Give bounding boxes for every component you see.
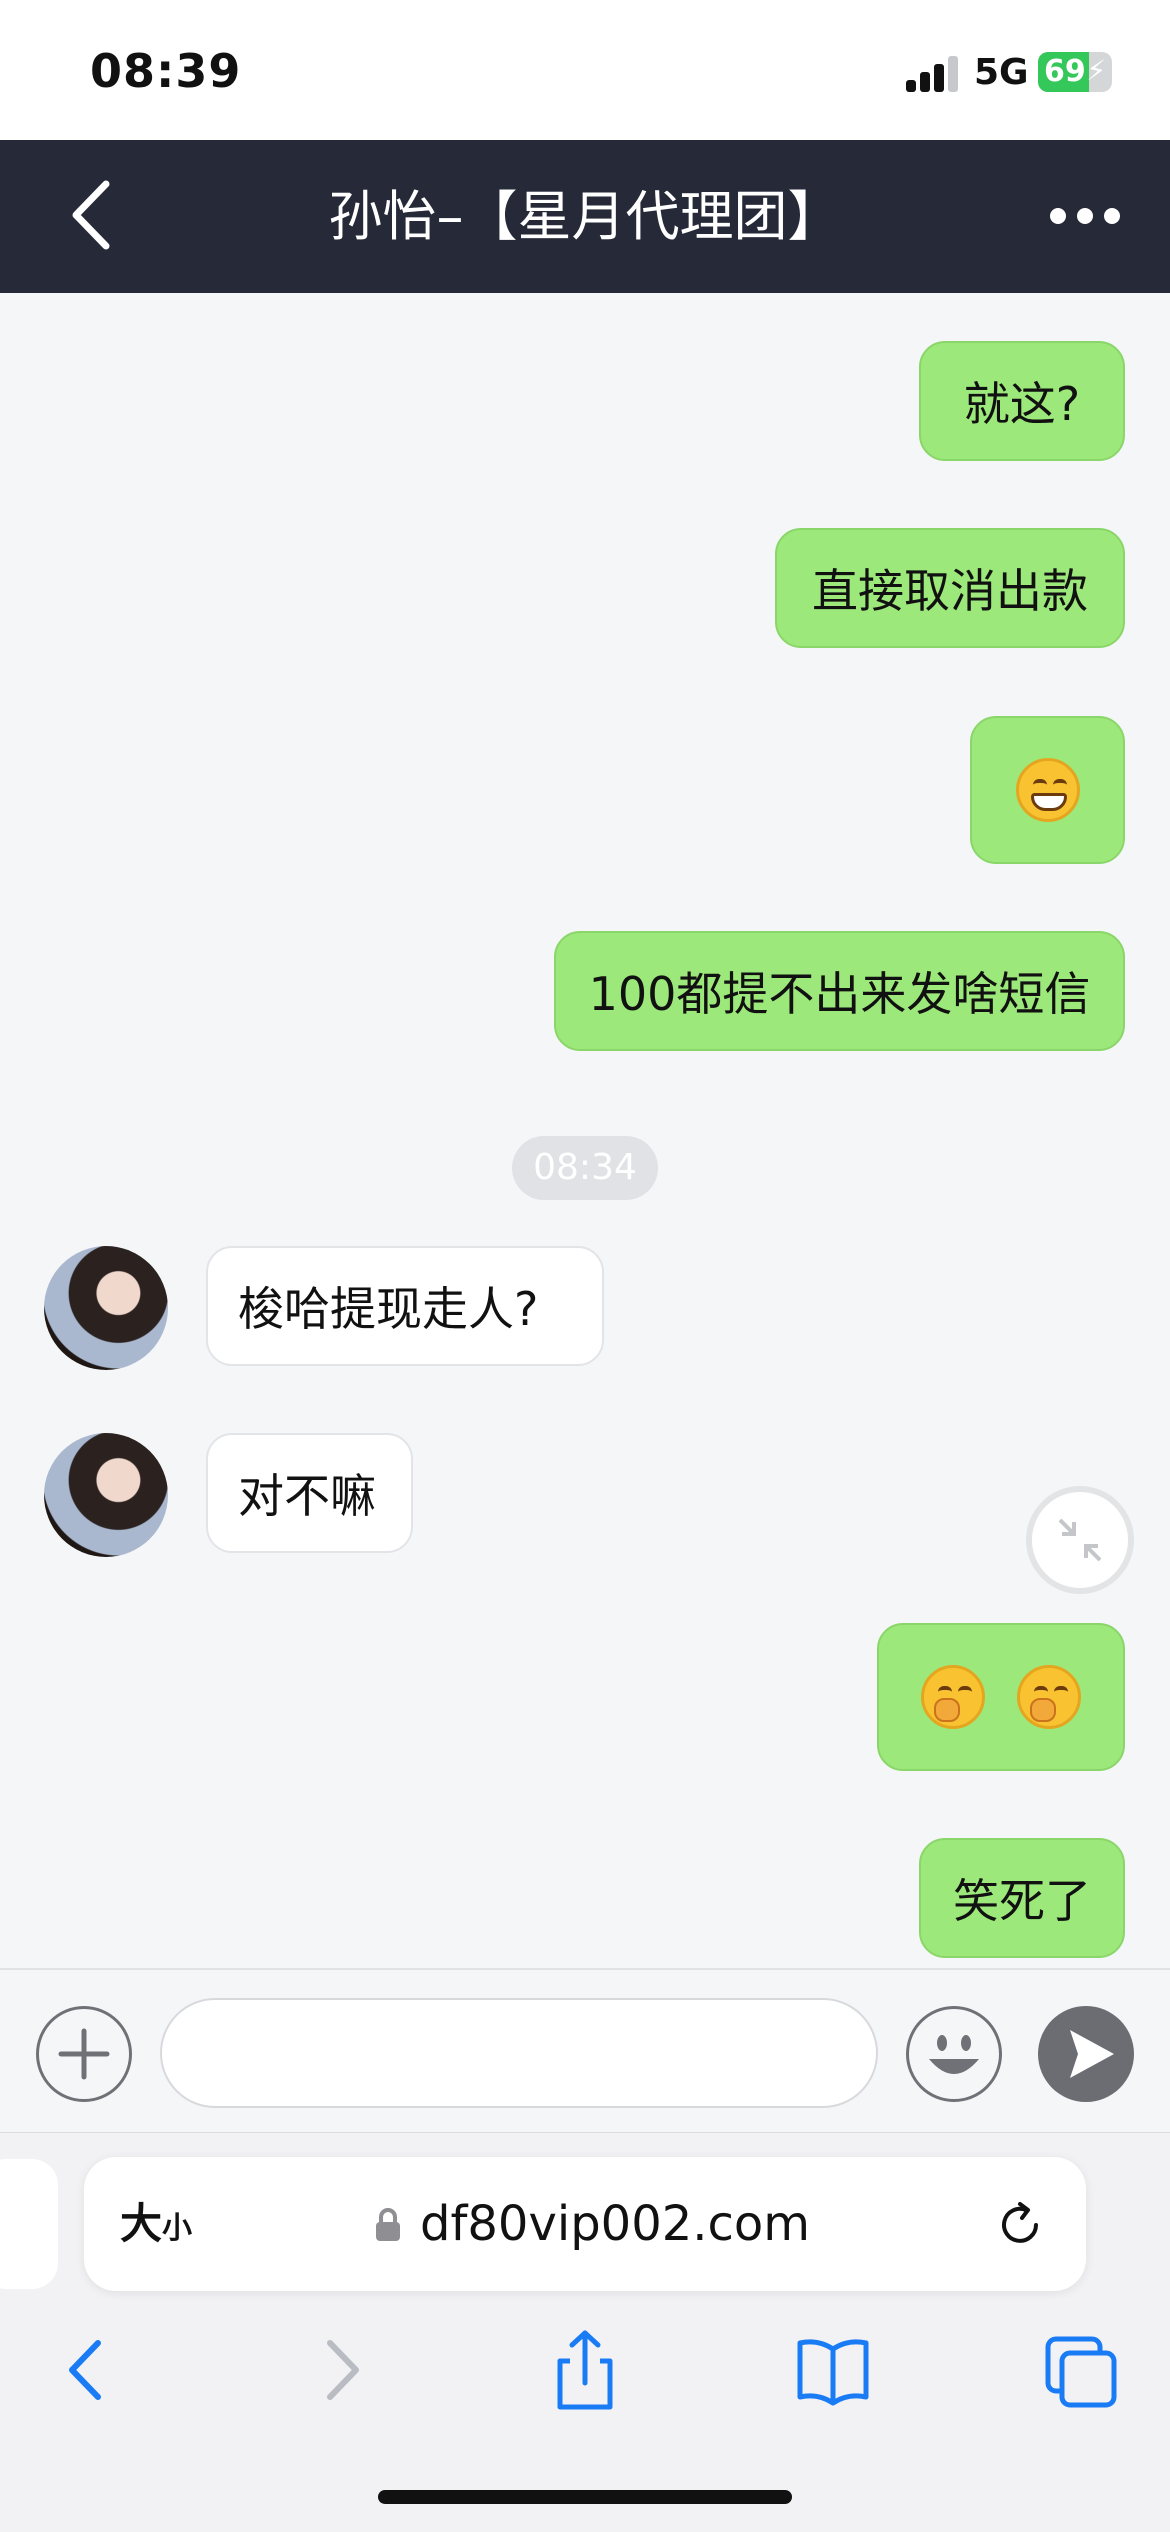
charging-bolt-icon: ⚡ bbox=[1086, 54, 1106, 87]
status-bar: 08:39 5G 69 ⚡ bbox=[0, 0, 1170, 140]
network-type: 5G bbox=[974, 52, 1029, 93]
previous-tab-preview[interactable] bbox=[0, 2159, 58, 2289]
chevron-left-icon bbox=[72, 180, 110, 250]
chevron-right-icon bbox=[327, 2340, 359, 2400]
more-button[interactable] bbox=[1040, 176, 1130, 256]
text-size-small: 小 bbox=[162, 2211, 193, 2246]
incoming-message[interactable]: 对不嘛 bbox=[206, 1433, 413, 1553]
tabs-icon bbox=[1045, 2336, 1117, 2408]
message-text: 就这? bbox=[963, 377, 1081, 431]
attach-button[interactable] bbox=[36, 2006, 132, 2102]
outgoing-message[interactable]: 就这? bbox=[919, 341, 1125, 461]
chat-header: 孙怡–【星月代理团】 bbox=[0, 140, 1170, 293]
plus-icon bbox=[58, 2028, 110, 2080]
browser-back-button[interactable] bbox=[42, 2325, 132, 2415]
message-list[interactable]: 就这? 直接取消出款 100都提不出来发啥短信 08:34 梭哈提现走人? 对不… bbox=[0, 293, 1170, 1968]
cellular-signal-icon bbox=[906, 56, 960, 92]
grinning-face-icon bbox=[1015, 758, 1080, 822]
message-input[interactable] bbox=[160, 1998, 878, 2108]
outgoing-message[interactable]: 笑死了 bbox=[919, 1838, 1125, 1958]
chat-input-bar bbox=[0, 1968, 1170, 2132]
tabs-button[interactable] bbox=[1036, 2325, 1126, 2415]
face-with-hand-over-mouth-icon bbox=[921, 1665, 985, 1729]
browser-forward-button[interactable] bbox=[296, 2325, 386, 2415]
collapse-arrows-icon bbox=[1058, 1518, 1102, 1562]
outgoing-message[interactable]: 100都提不出来发啥短信 bbox=[554, 931, 1125, 1051]
text-size-button[interactable]: 大小 bbox=[120, 2157, 192, 2291]
bookmarks-button[interactable] bbox=[788, 2325, 878, 2415]
outgoing-message[interactable]: 直接取消出款 bbox=[775, 528, 1125, 648]
lock-icon bbox=[376, 2208, 400, 2241]
message-text: 对不嘛 bbox=[238, 1469, 376, 1523]
back-button[interactable] bbox=[50, 170, 140, 260]
timestamp-badge: 08:34 bbox=[512, 1136, 658, 1200]
face-with-hand-over-mouth-icon bbox=[1017, 1665, 1081, 1729]
outgoing-message[interactable] bbox=[877, 1623, 1125, 1771]
smiley-icon bbox=[929, 2035, 979, 2074]
text-size-large: 大 bbox=[120, 2199, 163, 2248]
url-text: df80vip002.com bbox=[420, 2196, 811, 2252]
chevron-left-icon bbox=[69, 2340, 101, 2400]
share-button[interactable] bbox=[540, 2325, 630, 2415]
browser-toolbar: 大小 df80vip002.com bbox=[0, 2132, 1170, 2532]
reload-icon bbox=[1002, 2202, 1038, 2243]
collapse-button[interactable] bbox=[1026, 1486, 1134, 1594]
status-time: 08:39 bbox=[90, 44, 242, 98]
chat-title: 孙怡–【星月代理团】 bbox=[328, 185, 842, 248]
contact-avatar[interactable] bbox=[44, 1433, 168, 1557]
message-text: 100都提不出来发啥短信 bbox=[588, 967, 1091, 1021]
send-arrow-icon bbox=[1070, 2030, 1114, 2078]
battery-icon: 69 ⚡ bbox=[1038, 52, 1112, 92]
incoming-message[interactable]: 梭哈提现走人? bbox=[206, 1246, 604, 1366]
ellipsis-icon bbox=[1050, 208, 1120, 224]
address-bar[interactable]: 大小 df80vip002.com bbox=[84, 2157, 1086, 2291]
emoji-button[interactable] bbox=[906, 2006, 1002, 2102]
book-icon bbox=[797, 2339, 869, 2406]
home-indicator[interactable] bbox=[378, 2490, 792, 2504]
contact-avatar[interactable] bbox=[44, 1246, 168, 1370]
message-text: 笑死了 bbox=[953, 1874, 1091, 1928]
reload-button[interactable] bbox=[992, 2197, 1048, 2253]
battery-level: 69 bbox=[1044, 54, 1086, 89]
message-text: 直接取消出款 bbox=[812, 564, 1088, 618]
share-icon bbox=[557, 2330, 613, 2410]
message-text: 梭哈提现走人? bbox=[238, 1282, 539, 1336]
send-button[interactable] bbox=[1038, 2006, 1134, 2102]
outgoing-message[interactable] bbox=[970, 716, 1125, 864]
